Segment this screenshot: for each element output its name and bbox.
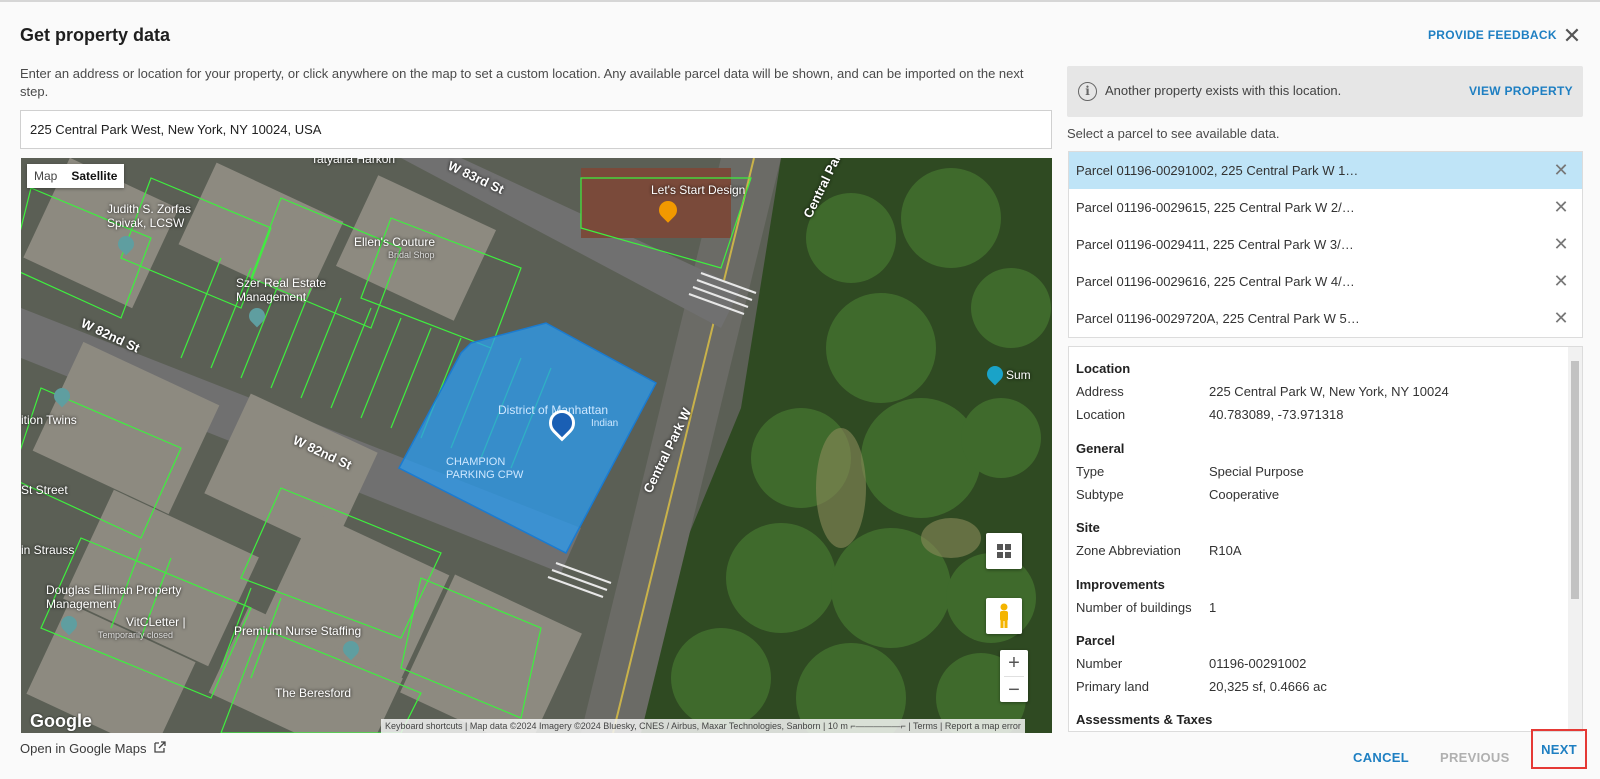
- external-link-icon: [154, 741, 166, 756]
- map-label: CHAMPION PARKING CPW: [446, 456, 524, 481]
- map-label: ition Twins: [21, 413, 77, 427]
- google-logo: Google: [30, 711, 92, 731]
- detail-label: Zone Abbreviation: [1076, 543, 1181, 558]
- duplicate-property-banner: i Another property exists with this loca…: [1067, 66, 1583, 117]
- section-heading: Assessments & Taxes: [1076, 712, 1213, 727]
- detail-label: Location: [1076, 407, 1126, 422]
- map-label: Bridal Shop: [388, 250, 435, 260]
- section-heading: Parcel: [1076, 633, 1116, 648]
- parcel-label: Parcel 01196-00291002, 225 Central Park …: [1076, 163, 1359, 178]
- provide-feedback-link[interactable]: PROVIDE FEEDBACK: [1428, 28, 1557, 42]
- banner-message: Another property exists with this locati…: [1105, 83, 1342, 98]
- map-label: Douglas Elliman Property Management: [46, 583, 182, 611]
- parcel-label: Parcel 01196-0029616, 225 Central Park W…: [1076, 274, 1355, 289]
- zoom-out-button[interactable]: −: [1000, 677, 1028, 703]
- map-label: Ellen's Couture: [354, 235, 435, 249]
- parcel-item[interactable]: Parcel 01196-0029720A, 225 Central Park …: [1069, 300, 1582, 337]
- section-heading: General: [1076, 441, 1125, 456]
- map-label: Sum: [1006, 368, 1031, 382]
- map-label: Judith S. Zorfas Spivak, LCSW: [107, 202, 192, 230]
- view-property-button[interactable]: VIEW PROPERTY: [1469, 84, 1573, 98]
- map-type-switch: Map Satellite: [27, 164, 125, 188]
- previous-button[interactable]: PREVIOUS: [1440, 750, 1510, 765]
- info-icon: i: [1078, 82, 1097, 101]
- map-label: Premium Nurse Staffing: [234, 624, 362, 638]
- remove-icon[interactable]: ✕: [1551, 197, 1571, 217]
- detail-label: Primary land: [1076, 679, 1149, 694]
- select-parcel-hint: Select a parcel to see available data.: [1067, 126, 1280, 141]
- detail-value: Special Purpose: [1209, 464, 1304, 479]
- map-attribution[interactable]: Keyboard shortcuts | Map data ©2024 Imag…: [381, 719, 1025, 733]
- detail-value: Cooperative: [1209, 487, 1280, 502]
- close-icon[interactable]: ✕: [1560, 24, 1584, 48]
- pegman-icon[interactable]: [986, 598, 1022, 634]
- address-input[interactable]: [20, 110, 1052, 149]
- zoom-controls: + −: [1000, 650, 1028, 702]
- next-button-label: NEXT: [1541, 741, 1577, 757]
- layers-grid-icon[interactable]: [986, 533, 1022, 569]
- cancel-button[interactable]: CANCEL: [1353, 750, 1409, 765]
- detail-value: 20,325 sf, 0.4666 ac: [1209, 679, 1327, 694]
- map-label: Tatyana Harkon: [311, 158, 396, 166]
- section-heading: Site: [1076, 520, 1100, 535]
- parcel-item[interactable]: Parcel 01196-0029615, 225 Central Park W…: [1069, 189, 1582, 226]
- map-label: Szer Real Estate Management: [236, 276, 327, 304]
- satellite-imagery: [21, 158, 1052, 733]
- remove-icon[interactable]: ✕: [1551, 234, 1571, 254]
- detail-value: 1: [1209, 600, 1217, 615]
- detail-value: 40.783089, -73.971318: [1209, 407, 1344, 422]
- map-label: Let's Start Design: [651, 183, 746, 197]
- parcel-label: Parcel 01196-0029411, 225 Central Park W…: [1076, 237, 1354, 252]
- parcel-label: Parcel 01196-0029720A, 225 Central Park …: [1076, 311, 1360, 326]
- parcel-label: Parcel 01196-0029615, 225 Central Park W…: [1076, 200, 1355, 215]
- map-label: St Street: [21, 483, 68, 497]
- detail-label: Number: [1076, 656, 1123, 671]
- detail-value: 225 Central Park W, New York, NY 10024: [1209, 384, 1449, 399]
- map-label: in Strauss: [21, 543, 75, 557]
- top-divider: [0, 0, 1600, 2]
- section-heading: Improvements: [1076, 577, 1165, 592]
- remove-icon[interactable]: ✕: [1551, 308, 1571, 328]
- map-type-map-button[interactable]: Map: [27, 164, 64, 188]
- map-label: VitCLetter |: [126, 615, 186, 629]
- map-label: Temporarily closed: [98, 630, 174, 640]
- detail-label: Address: [1076, 384, 1124, 399]
- map-label: The Beresford: [275, 686, 352, 700]
- parcel-item[interactable]: Parcel 01196-00291002, 225 Central Park …: [1069, 152, 1582, 189]
- detail-label: Subtype: [1076, 487, 1124, 502]
- map-view[interactable]: Tatyana Harkon W 83rd St Judith S. Zorfa…: [21, 158, 1052, 733]
- parcel-item[interactable]: Parcel 01196-0029616, 225 Central Park W…: [1069, 263, 1582, 300]
- detail-value: R10A: [1209, 543, 1242, 558]
- open-in-google-maps-link[interactable]: Open in Google Maps: [20, 741, 166, 756]
- detail-label: Number of buildings: [1076, 600, 1192, 615]
- next-button[interactable]: NEXT: [1531, 729, 1587, 769]
- dialog-title: Get property data: [20, 25, 171, 45]
- details-scrollbar-thumb[interactable]: [1571, 361, 1579, 599]
- detail-value: 01196-00291002: [1209, 656, 1307, 671]
- map-type-satellite-button[interactable]: Satellite: [64, 164, 124, 188]
- remove-icon[interactable]: ✕: [1551, 271, 1571, 291]
- open-in-google-maps-label: Open in Google Maps: [20, 741, 147, 756]
- parcel-item[interactable]: Parcel 01196-0029411, 225 Central Park W…: [1069, 226, 1582, 263]
- instructions-text: Enter an address or location for your pr…: [20, 66, 1024, 99]
- section-heading: Location: [1076, 361, 1131, 376]
- detail-label: Type: [1076, 464, 1105, 479]
- parcel-details-panel: Location Address 225 Central Park W, New…: [1068, 346, 1583, 732]
- parcel-list: Parcel 01196-00291002, 225 Central Park …: [1068, 151, 1583, 338]
- remove-icon[interactable]: ✕: [1551, 160, 1571, 180]
- zoom-in-button[interactable]: +: [1000, 650, 1028, 676]
- map-label: Indian: [591, 418, 619, 429]
